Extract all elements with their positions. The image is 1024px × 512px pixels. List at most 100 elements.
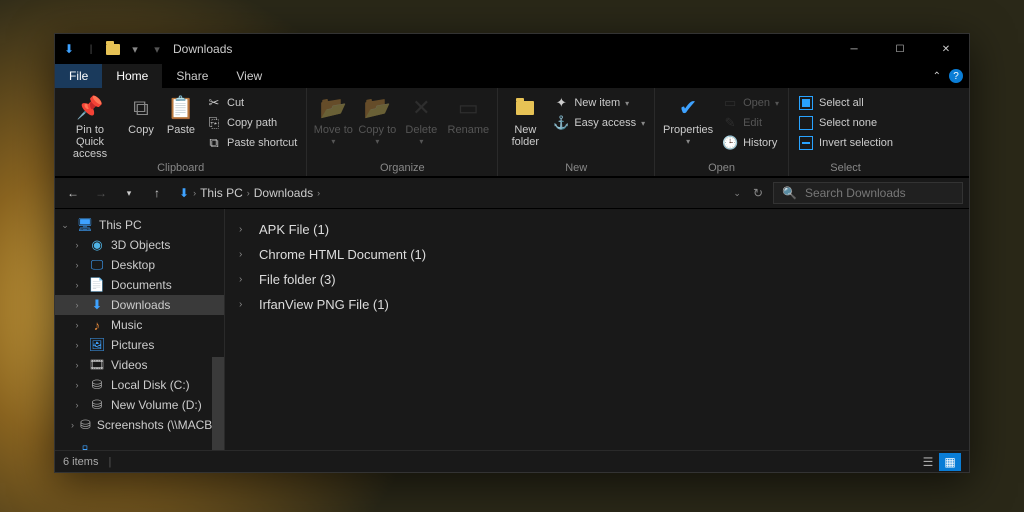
address-dropdown-icon[interactable]: ⌄	[733, 188, 741, 199]
expand-icon[interactable]: ›	[239, 249, 249, 260]
move-to-button[interactable]: 📂Move to▾	[313, 92, 353, 147]
select-none-button[interactable]: Select none	[795, 114, 896, 132]
sidebar-item-downloads[interactable]: ›⬇Downloads	[55, 295, 224, 315]
expand-icon[interactable]: ›	[239, 299, 249, 310]
maximize-button[interactable]: ☐	[877, 34, 923, 64]
invert-selection-button[interactable]: Invert selection	[795, 134, 896, 152]
tab-file[interactable]: File	[55, 64, 102, 88]
tab-view[interactable]: View	[222, 64, 276, 88]
ribbon-group-open: ✔Properties▾ ▭Open▾ ✎Edit 🕒History Open	[655, 88, 789, 176]
sidebar-item-network[interactable]: ›🖧Network	[55, 445, 224, 450]
thumbnails-view-button[interactable]: ▦	[939, 453, 961, 471]
expand-icon[interactable]: ⌄	[59, 220, 71, 231]
nav-recent-button[interactable]: ▾	[117, 181, 141, 205]
expand-icon[interactable]: ›	[71, 240, 83, 250]
nav-up-button[interactable]: ↑	[145, 181, 169, 205]
expand-icon[interactable]: ›	[71, 280, 83, 290]
qat-dropdown-icon[interactable]: ▾	[127, 41, 143, 57]
edit-button[interactable]: ✎Edit	[719, 114, 782, 132]
sidebar-item-desktop[interactable]: ›🖵Desktop	[55, 255, 224, 275]
new-item-icon: ✦	[553, 95, 569, 111]
paste-shortcut-button[interactable]: ⧉Paste shortcut	[203, 134, 300, 152]
folder-icon[interactable]	[105, 41, 121, 57]
close-button[interactable]: ✕	[923, 34, 969, 64]
title-bar: ⬇ | ▾ ▾ Downloads ─ ☐ ✕	[55, 34, 969, 64]
tab-home[interactable]: Home	[102, 64, 162, 88]
properties-button[interactable]: ✔Properties▾	[661, 92, 715, 147]
open-button[interactable]: ▭Open▾	[719, 94, 782, 112]
file-list[interactable]: ›APK File (1) ›Chrome HTML Document (1) …	[225, 209, 969, 450]
sidebar-item-videos[interactable]: ›🎞Videos	[55, 355, 224, 375]
file-group-file-folder[interactable]: ›File folder (3)	[225, 267, 969, 292]
chevron-icon[interactable]: ›	[247, 188, 250, 198]
copy-button[interactable]: ⧉ Copy	[123, 92, 159, 136]
down-arrow-icon[interactable]: ⬇	[61, 41, 77, 57]
minimize-button[interactable]: ─	[831, 34, 877, 64]
network-icon: 🖧	[77, 447, 93, 450]
pictures-icon: 🖼	[89, 337, 105, 353]
expand-icon[interactable]: ›	[71, 380, 83, 390]
breadcrumb[interactable]: ⬇ › This PC › Downloads › ⌄ ↻	[173, 182, 769, 204]
chevron-icon[interactable]: ›	[193, 188, 196, 198]
paste-button[interactable]: 📋 Paste	[163, 92, 199, 136]
refresh-button[interactable]: ↻	[753, 186, 763, 200]
history-button[interactable]: 🕒History	[719, 134, 782, 152]
file-group-irfanview-png[interactable]: › IrfanView PNG File (1)	[225, 292, 969, 317]
chevron-icon[interactable]: ›	[317, 188, 320, 198]
sidebar-item-pictures[interactable]: ›🖼Pictures	[55, 335, 224, 355]
expand-icon[interactable]: ›	[71, 300, 83, 310]
network-drive-icon: ⛁	[80, 417, 91, 433]
paste-shortcut-icon: ⧉	[206, 135, 222, 151]
sidebar-item-new-volume-d[interactable]: ›⛁New Volume (D:)	[55, 395, 224, 415]
select-none-label: Select none	[819, 117, 877, 129]
select-all-button[interactable]: Select all	[795, 94, 896, 112]
organize-group-label: Organize	[380, 160, 425, 174]
rename-label: Rename	[448, 124, 490, 136]
delete-button[interactable]: ✕Delete▾	[401, 92, 441, 147]
videos-icon: 🎞	[89, 357, 105, 373]
breadcrumb-downloads[interactable]: Downloads	[254, 186, 313, 200]
details-view-button[interactable]: ☰	[917, 453, 939, 471]
expand-icon[interactable]: ›	[239, 274, 249, 285]
nav-forward-button[interactable]: →	[89, 181, 113, 205]
expand-icon[interactable]: ›	[71, 340, 83, 350]
tab-share[interactable]: Share	[162, 64, 222, 88]
nav-back-button[interactable]: ←	[61, 181, 85, 205]
sidebar-item-this-pc[interactable]: ⌄🖥This PC	[55, 215, 224, 235]
sidebar-item-screenshots[interactable]: ›⛁Screenshots (\\MACBOOK	[55, 415, 224, 435]
sidebar-item-documents[interactable]: ›📄Documents	[55, 275, 224, 295]
expand-icon[interactable]: ›	[71, 400, 83, 410]
file-group-apk[interactable]: ›APK File (1)	[225, 217, 969, 242]
explorer-window: ⬇ | ▾ ▾ Downloads ─ ☐ ✕ File Home Share …	[54, 33, 970, 473]
pin-to-quick-access-button[interactable]: 📌 Pin to Quick access	[61, 92, 119, 160]
collapse-ribbon-icon[interactable]: ⌃	[933, 71, 941, 82]
search-input[interactable]: 🔍 Search Downloads	[773, 182, 963, 204]
new-folder-button[interactable]: New folder	[504, 92, 546, 148]
easy-access-button[interactable]: ⚓Easy access▾	[550, 114, 648, 132]
qat-overflow-icon[interactable]: ▾	[149, 41, 165, 57]
breadcrumb-this-pc[interactable]: This PC	[200, 186, 243, 200]
expand-icon[interactable]: ›	[71, 260, 83, 270]
new-item-button[interactable]: ✦New item▾	[550, 94, 648, 112]
cut-button[interactable]: ✂Cut	[203, 94, 300, 112]
expand-icon[interactable]: ›	[71, 360, 83, 370]
sidebar-item-local-disk-c[interactable]: ›⛁Local Disk (C:)	[55, 375, 224, 395]
copy-path-label: Copy path	[227, 117, 277, 129]
sidebar-item-label: Downloads	[111, 298, 170, 312]
expand-icon[interactable]: ›	[71, 320, 83, 330]
sidebar-item-3d-objects[interactable]: ›◉3D Objects	[55, 235, 224, 255]
copy-path-button[interactable]: ⎘Copy path	[203, 114, 300, 132]
file-group-chrome-html[interactable]: ›Chrome HTML Document (1)	[225, 242, 969, 267]
window-title: Downloads	[165, 42, 232, 56]
expand-icon[interactable]: ›	[239, 224, 249, 235]
rename-button[interactable]: ▭Rename	[445, 92, 491, 136]
sidebar-scrollbar[interactable]	[212, 357, 224, 450]
copy-to-label: Copy to	[358, 124, 396, 136]
help-icon[interactable]: ?	[949, 69, 963, 83]
sidebar-item-music[interactable]: ›♪Music	[55, 315, 224, 335]
ribbon-tabs: File Home Share View ⌃ ?	[55, 64, 969, 88]
search-icon: 🔍	[782, 186, 797, 200]
copy-to-button[interactable]: 📂Copy to▾	[357, 92, 397, 147]
expand-icon[interactable]: ›	[71, 420, 74, 430]
file-group-label: IrfanView PNG File (1)	[259, 297, 389, 312]
